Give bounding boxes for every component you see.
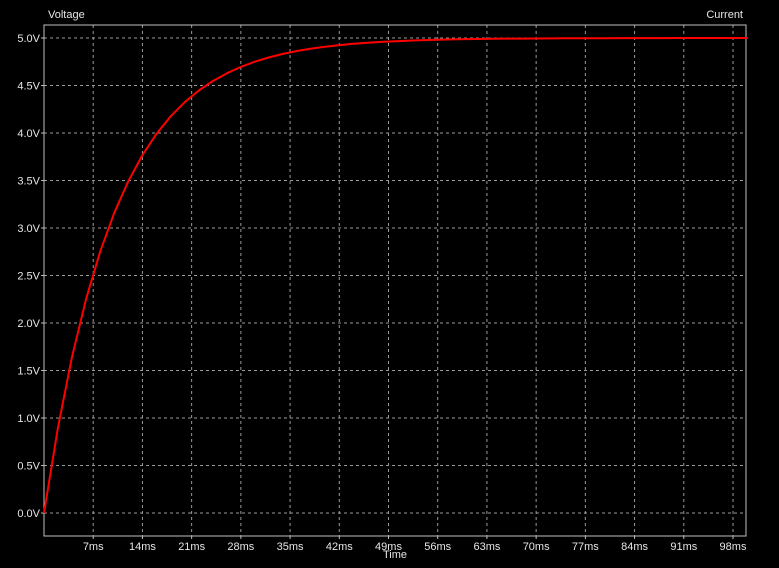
y-tick-label: 0.5V <box>17 461 40 473</box>
x-tick-label: 7ms <box>83 541 104 553</box>
y-axis-ticks: 0.0V 0.5V 1.0V 1.5V 2.0V 2.5V 3.0V 3.5V 4.0V 4.5V… <box>17 33 44 520</box>
voltage-time-chart: 0.0V 0.5V 1.0V 1.5V 2.0V 2.5V 3.0V 3.5V 4.0V 4.5V… <box>17 9 749 561</box>
x-tick-label: 56ms <box>424 541 451 553</box>
x-tick-label: 91ms <box>670 541 697 553</box>
y-tick-label: 2.0V <box>17 318 40 330</box>
y-axis-right-label[interactable]: Current <box>706 9 743 21</box>
x-tick-label: 42ms <box>326 541 353 553</box>
x-tick-label: 84ms <box>621 541 648 553</box>
y-tick-label: 0.0V <box>17 508 40 520</box>
plot-area-background <box>44 25 746 536</box>
y-tick-label: 4.5V <box>17 81 40 93</box>
x-tick-label: 28ms <box>227 541 254 553</box>
y-axis-left-label[interactable]: Voltage <box>48 9 85 21</box>
y-tick-label: 1.0V <box>17 413 40 425</box>
y-tick-label: 2.5V <box>17 271 40 283</box>
y-tick-label: 3.0V <box>17 223 40 235</box>
x-tick-label: 14ms <box>129 541 156 553</box>
y-tick-label: 5.0V <box>17 33 40 45</box>
y-tick-label: 4.0V <box>17 128 40 140</box>
x-tick-label: 21ms <box>178 541 205 553</box>
x-tick-label: 98ms <box>720 541 747 553</box>
x-tick-label: 35ms <box>277 541 304 553</box>
x-axis-label[interactable]: Time <box>383 549 407 561</box>
x-tick-label: 70ms <box>523 541 550 553</box>
x-axis-ticks: 7ms 14ms 21ms 28ms 35ms 42ms 49ms 56ms 63ms 70ms 7… <box>83 536 747 553</box>
y-tick-label: 3.5V <box>17 176 40 188</box>
y-tick-label: 1.5V <box>17 366 40 378</box>
x-tick-label: 77ms <box>572 541 599 553</box>
x-tick-label: 63ms <box>473 541 500 553</box>
